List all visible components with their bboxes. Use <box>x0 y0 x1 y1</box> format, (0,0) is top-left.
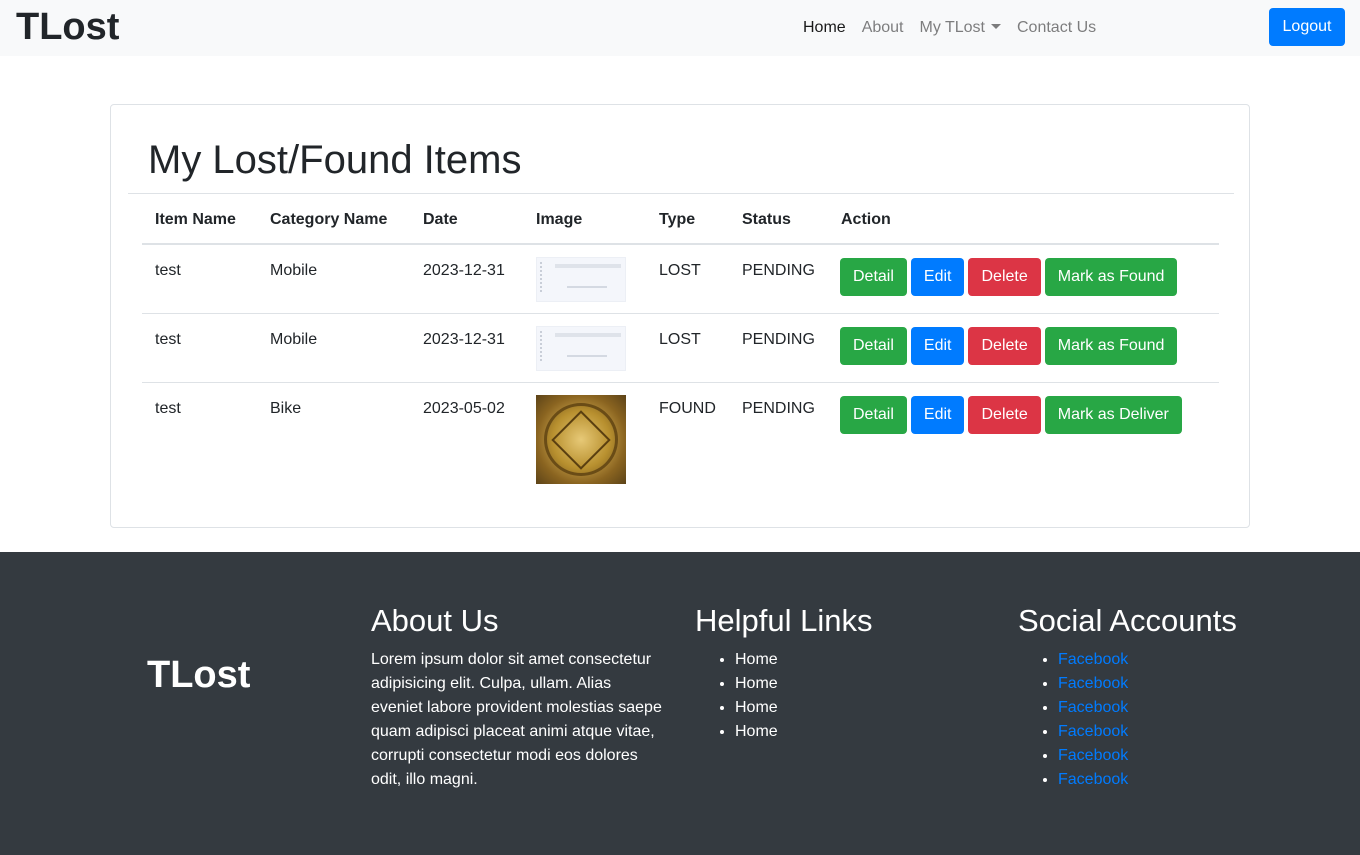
column-header-date: Date <box>423 211 458 228</box>
status-cell: PENDING <box>742 400 815 417</box>
seal-icon <box>544 403 618 476</box>
footer-about-heading: About Us <box>371 603 499 638</box>
social-link-facebook[interactable]: Facebook <box>1058 651 1128 668</box>
detail-button[interactable]: Detail <box>840 327 907 365</box>
nav-link-about[interactable]: About <box>854 18 912 38</box>
caret-down-icon <box>991 24 1001 29</box>
edit-button[interactable]: Edit <box>910 327 965 365</box>
nav-link-contact[interactable]: Contact Us <box>1009 18 1104 38</box>
footer-brand: TLost <box>147 654 251 696</box>
helpful-link[interactable]: Home <box>735 672 872 696</box>
detail-button[interactable]: Detail <box>840 258 907 296</box>
status-cell: PENDING <box>742 331 815 348</box>
mark-as-deliver-button[interactable]: Mark as Deliver <box>1044 396 1182 434</box>
row-actions: Detail Edit Delete Mark as Deliver <box>840 396 1182 434</box>
column-header-image: Image <box>536 211 583 228</box>
table-row: test Bike 2023-05-02 FOUND PENDING Detai… <box>142 383 1219 493</box>
mark-as-found-button[interactable]: Mark as Found <box>1044 258 1178 296</box>
item-name-cell: test <box>155 262 181 279</box>
item-name-cell: test <box>155 331 181 348</box>
social-link-facebook[interactable]: Facebook <box>1058 675 1128 692</box>
helpful-link[interactable]: Home <box>735 720 872 744</box>
row-actions: Detail Edit Delete Mark as Found <box>840 258 1178 296</box>
helpful-link[interactable]: Home <box>735 648 872 672</box>
type-cell: FOUND <box>659 400 716 417</box>
page-title: My Lost/Found Items <box>148 138 522 182</box>
footer-about-text: Lorem ipsum dolor sit amet consectetur a… <box>371 651 662 788</box>
date-cell: 2023-12-31 <box>423 331 505 348</box>
column-header-status: Status <box>742 211 791 228</box>
type-cell: LOST <box>659 262 701 279</box>
date-cell: 2023-12-31 <box>423 262 505 279</box>
helpful-link[interactable]: Home <box>735 696 872 720</box>
social-link-facebook[interactable]: Facebook <box>1058 747 1128 764</box>
delete-button[interactable]: Delete <box>968 327 1041 365</box>
column-header-type: Type <box>659 211 696 228</box>
category-cell: Mobile <box>270 331 318 348</box>
item-image-gold-seal <box>536 395 626 484</box>
type-cell: LOST <box>659 331 701 348</box>
column-header-item-name: Item Name <box>155 211 236 228</box>
item-image-thumbnail <box>536 257 626 302</box>
navbar: TLost Home About My TLost Contact Us Log… <box>0 0 1360 56</box>
items-card: My Lost/Found Items Item Name Category N… <box>110 104 1250 528</box>
navbar-brand[interactable]: TLost <box>16 4 119 50</box>
column-header-action: Action <box>841 211 891 228</box>
status-cell: PENDING <box>742 262 815 279</box>
detail-button[interactable]: Detail <box>840 396 907 434</box>
date-cell: 2023-05-02 <box>423 400 505 417</box>
social-link-facebook[interactable]: Facebook <box>1058 699 1128 716</box>
table-row: test Mobile 2023-12-31 LOST PENDING Deta… <box>142 245 1219 314</box>
footer-about: About Us Lorem ipsum dolor sit amet cons… <box>371 602 667 792</box>
delete-button[interactable]: Delete <box>968 396 1041 434</box>
nav-dropdown-my-tlost[interactable]: My TLost <box>912 18 1010 38</box>
divider <box>128 193 1234 194</box>
edit-button[interactable]: Edit <box>910 258 965 296</box>
footer-helpful-links: Helpful Links Home Home Home Home <box>695 602 872 744</box>
category-cell: Mobile <box>270 262 318 279</box>
nav-link-home[interactable]: Home <box>795 18 854 38</box>
items-table: Item Name Category Name Date Image Type … <box>142 195 1219 493</box>
footer-social: Social Accounts Facebook Facebook Facebo… <box>1018 602 1237 792</box>
footer-helpful-heading: Helpful Links <box>695 603 873 638</box>
footer: TLost About Us Lorem ipsum dolor sit ame… <box>0 552 1360 855</box>
delete-button[interactable]: Delete <box>968 258 1041 296</box>
row-actions: Detail Edit Delete Mark as Found <box>840 327 1178 365</box>
table-row: test Mobile 2023-12-31 LOST PENDING Deta… <box>142 314 1219 383</box>
nav-dropdown-label: My TLost <box>919 19 986 36</box>
nav-links: Home About My TLost Contact Us <box>795 18 1104 38</box>
mark-as-found-button[interactable]: Mark as Found <box>1044 327 1178 365</box>
social-link-facebook[interactable]: Facebook <box>1058 771 1128 788</box>
item-name-cell: test <box>155 400 181 417</box>
social-link-facebook[interactable]: Facebook <box>1058 723 1128 740</box>
footer-social-heading: Social Accounts <box>1018 603 1237 638</box>
edit-button[interactable]: Edit <box>910 396 965 434</box>
item-image-thumbnail <box>536 326 626 371</box>
column-header-category: Category Name <box>270 211 388 228</box>
logout-button[interactable]: Logout <box>1269 8 1345 46</box>
table-header: Item Name Category Name Date Image Type … <box>142 195 1219 245</box>
category-cell: Bike <box>270 400 302 417</box>
